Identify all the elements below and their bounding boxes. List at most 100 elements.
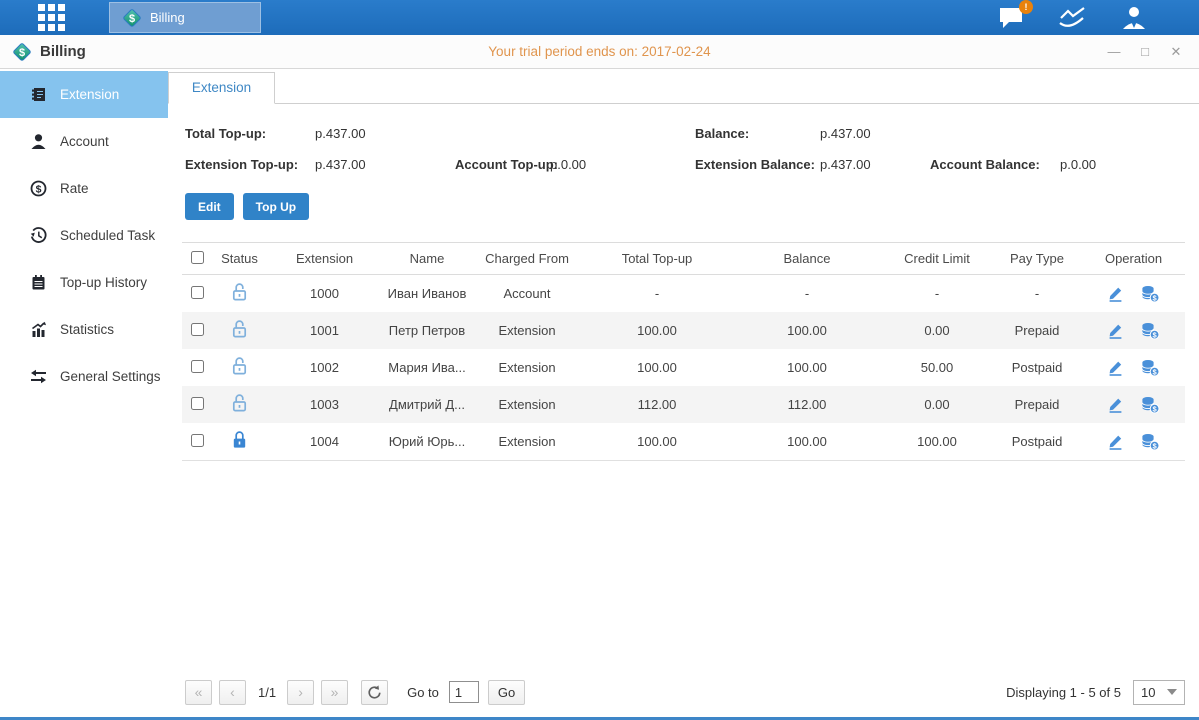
row-checkbox[interactable] — [191, 360, 204, 373]
table-row[interactable]: 1004Юрий Юрь...Extension100.00100.00100.… — [182, 423, 1185, 461]
balance-cell: 100.00 — [732, 349, 882, 386]
name-cell: Петр Петров — [382, 312, 472, 349]
refresh-icon — [367, 685, 382, 700]
charged-from-cell: Extension — [472, 423, 582, 461]
person-icon — [30, 133, 47, 150]
row-checkbox[interactable] — [191, 323, 204, 336]
go-button[interactable]: Go — [488, 680, 525, 705]
total-topup-value: p.437.00 — [315, 118, 366, 149]
sidebar-item-label: Top-up History — [60, 275, 147, 290]
table-row[interactable]: 1001Петр ПетровExtension100.00100.000.00… — [182, 312, 1185, 349]
dollar-circle-icon: $ — [30, 180, 47, 197]
trial-notice: Your trial period ends on: 2017-02-24 — [0, 44, 1199, 59]
unlocked-icon — [231, 356, 248, 376]
edit-icon[interactable] — [1107, 433, 1124, 450]
balance-cell: 100.00 — [732, 423, 882, 461]
billing-diamond-icon: $ — [122, 8, 142, 28]
sidebar-item-statistics[interactable]: Statistics — [0, 306, 168, 353]
sidebar-item-label: Statistics — [60, 322, 114, 337]
credit-limit-cell: 100.00 — [882, 423, 992, 461]
table-row[interactable]: 1002Мария Ива...Extension100.00100.0050.… — [182, 349, 1185, 386]
name-cell: Дмитрий Д... — [382, 386, 472, 423]
sidebar-item-general-settings[interactable]: General Settings — [0, 353, 168, 400]
next-page-button[interactable]: › — [287, 680, 314, 705]
balance-cell: 112.00 — [732, 386, 882, 423]
sidebar: Extension Account $ Rate Scheduled Task — [0, 69, 168, 717]
tab-extension[interactable]: Extension — [168, 72, 275, 104]
status-cell — [212, 349, 267, 386]
messages-button[interactable]: ! — [998, 6, 1025, 29]
topup-coins-icon[interactable]: $ — [1140, 322, 1160, 340]
notebook-icon — [30, 274, 47, 291]
svg-text:$: $ — [19, 47, 25, 59]
select-all-checkbox[interactable] — [191, 251, 204, 264]
row-checkbox[interactable] — [191, 397, 204, 410]
status-cell — [212, 423, 267, 461]
extension-topup-label: Extension Top-up: — [185, 149, 298, 180]
refresh-button[interactable] — [361, 680, 388, 705]
content-panel: Extension Total Top-up: p.437.00 Balance… — [168, 69, 1199, 717]
sidebar-item-account[interactable]: Account — [0, 118, 168, 165]
charged-from-cell: Extension — [472, 312, 582, 349]
pay-type-cell: Postpaid — [992, 349, 1082, 386]
maximize-button[interactable]: □ — [1138, 44, 1152, 60]
extension-cell: 1000 — [267, 275, 382, 313]
pay-type-cell: Postpaid — [992, 423, 1082, 461]
topup-coins-icon[interactable]: $ — [1140, 285, 1160, 303]
extension-topup-value: p.437.00 — [315, 149, 366, 180]
edit-icon[interactable] — [1107, 285, 1124, 302]
user-button[interactable] — [1121, 5, 1147, 30]
taskbar-billing-tab[interactable]: $ Billing — [109, 2, 261, 33]
topup-coins-icon[interactable]: $ — [1140, 359, 1160, 377]
total-topup-label: Total Top-up: — [185, 118, 266, 149]
prev-page-button[interactable]: ‹ — [219, 680, 246, 705]
col-total-topup: Total Top-up — [582, 243, 732, 275]
last-page-button[interactable]: » — [321, 680, 348, 705]
minimize-button[interactable]: — — [1107, 44, 1121, 60]
notification-badge: ! — [1019, 0, 1033, 14]
col-name: Name — [382, 243, 472, 275]
sidebar-item-rate[interactable]: $ Rate — [0, 165, 168, 212]
name-cell: Мария Ива... — [382, 349, 472, 386]
edit-button[interactable]: Edit — [185, 193, 234, 220]
col-status: Status — [212, 243, 267, 275]
summary-panel: Total Top-up: p.437.00 Balance: p.437.00… — [168, 104, 1199, 180]
col-balance: Balance — [732, 243, 882, 275]
sidebar-item-topup-history[interactable]: Top-up History — [0, 259, 168, 306]
credit-limit-cell: - — [882, 275, 992, 313]
edit-icon[interactable] — [1107, 396, 1124, 413]
sidebar-item-label: Scheduled Task — [60, 228, 155, 243]
swap-arrows-icon — [30, 368, 47, 385]
sidebar-item-label: General Settings — [60, 369, 161, 384]
edit-icon[interactable] — [1107, 359, 1124, 376]
page-size-select[interactable]: 10 — [1133, 680, 1185, 705]
table-row[interactable]: 1000Иван ИвановAccount----$ — [182, 275, 1185, 313]
app-grid-icon[interactable] — [38, 4, 65, 31]
col-credit-limit: Credit Limit — [882, 243, 992, 275]
extension-cell: 1003 — [267, 386, 382, 423]
topup-coins-icon[interactable]: $ — [1140, 396, 1160, 414]
first-page-button[interactable]: « — [185, 680, 212, 705]
sidebar-item-label: Rate — [60, 181, 89, 196]
sidebar-item-extension[interactable]: Extension — [0, 71, 168, 118]
account-balance-label: Account Balance: — [930, 149, 1040, 180]
credit-limit-cell: 0.00 — [882, 312, 992, 349]
close-button[interactable]: ✕ — [1169, 44, 1183, 60]
operation-cell: $ — [1083, 424, 1184, 459]
top-up-button[interactable]: Top Up — [243, 193, 309, 220]
clock-history-icon — [30, 227, 47, 244]
edit-icon[interactable] — [1107, 322, 1124, 339]
row-checkbox[interactable] — [191, 434, 204, 447]
goto-page-input[interactable] — [449, 681, 479, 703]
extension-balance-value: p.437.00 — [820, 149, 871, 180]
total-topup-cell: 112.00 — [582, 386, 732, 423]
billing-diamond-icon: $ — [12, 42, 32, 62]
page-indicator: 1/1 — [258, 685, 276, 700]
topup-coins-icon[interactable]: $ — [1140, 433, 1160, 451]
charged-from-cell: Extension — [472, 349, 582, 386]
table-row[interactable]: 1003Дмитрий Д...Extension112.00112.000.0… — [182, 386, 1185, 423]
row-checkbox[interactable] — [191, 286, 204, 299]
monitor-button[interactable] — [1057, 6, 1089, 30]
extension-cell: 1004 — [267, 423, 382, 461]
sidebar-item-scheduled-task[interactable]: Scheduled Task — [0, 212, 168, 259]
